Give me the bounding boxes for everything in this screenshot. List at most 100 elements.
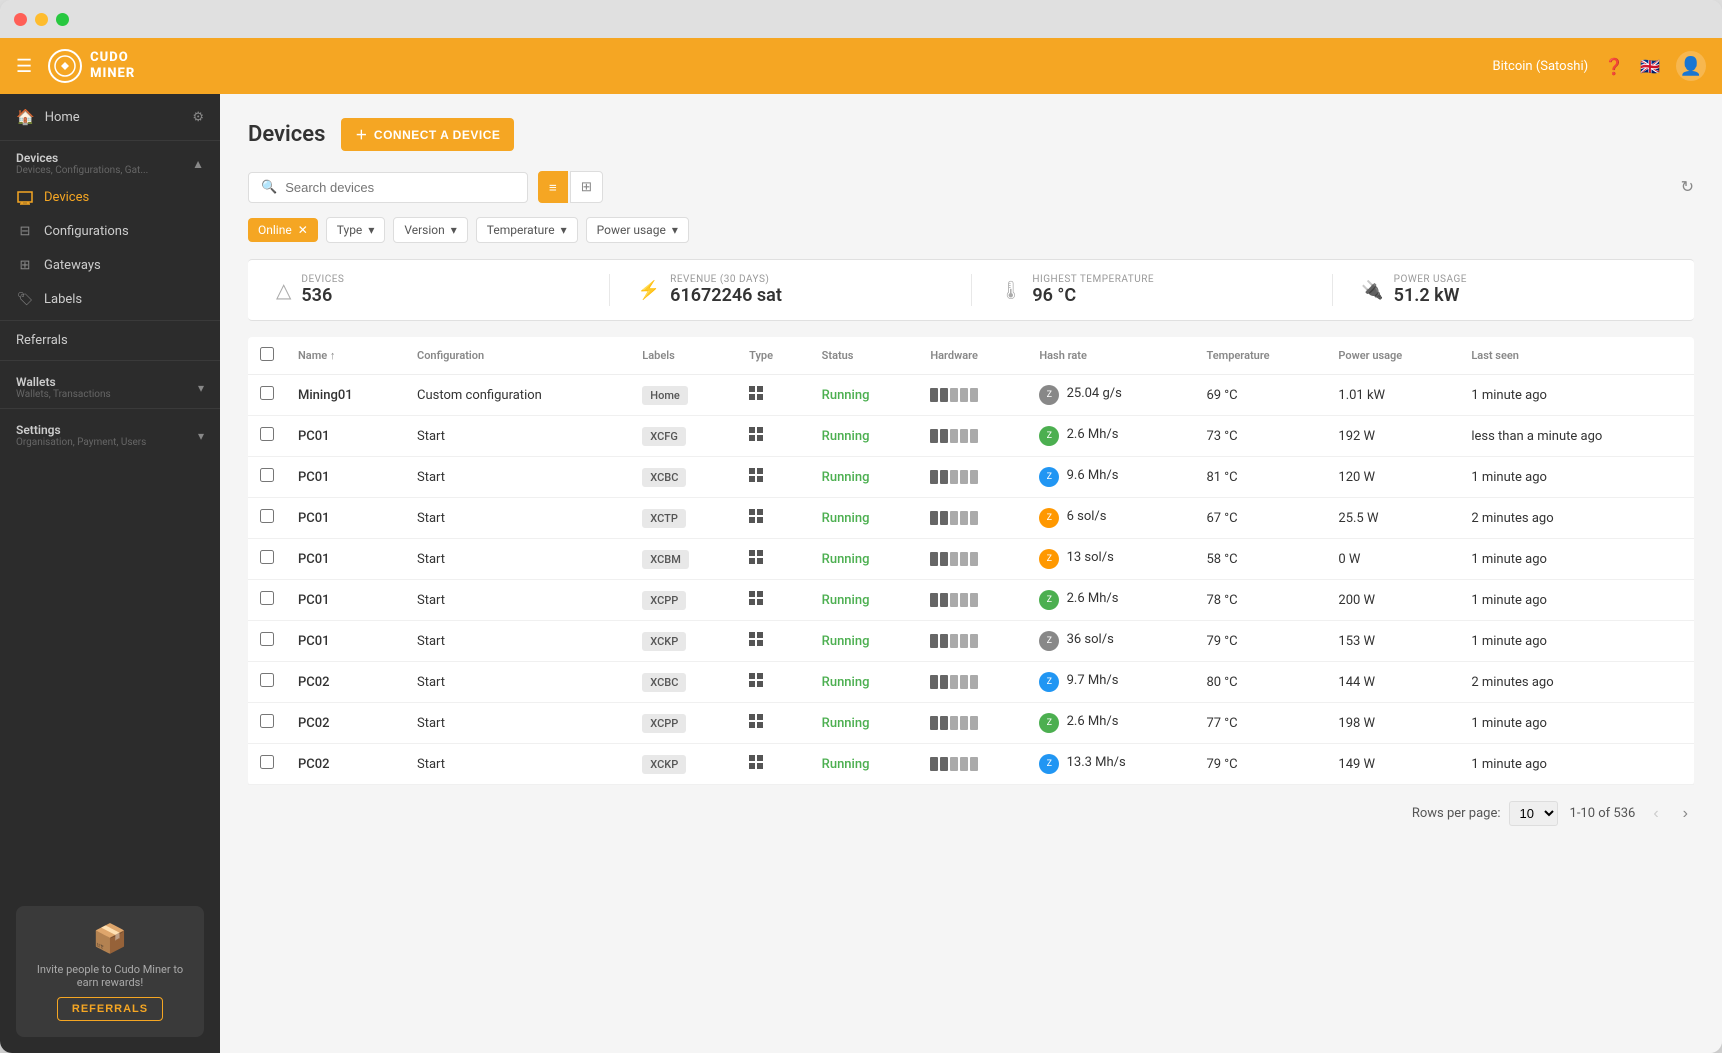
row-checkbox-3[interactable]	[260, 509, 274, 523]
row-checkbox-7[interactable]	[260, 673, 274, 687]
devices-stat-value: 536	[301, 285, 344, 306]
header-hardware[interactable]: Hardware	[918, 337, 1027, 375]
header-name[interactable]: Name ↑	[286, 337, 405, 375]
prev-page-button[interactable]: ‹	[1647, 803, 1664, 825]
row-type	[737, 744, 810, 785]
row-checkbox-6[interactable]	[260, 632, 274, 646]
row-lastseen: 1 minute ago	[1459, 375, 1694, 416]
close-button[interactable]	[14, 13, 27, 26]
temperature-stat-value: 96 °C	[1032, 285, 1154, 306]
row-config: Custom configuration	[405, 375, 630, 416]
row-name: PC01	[286, 580, 405, 621]
header-power[interactable]: Power usage	[1326, 337, 1459, 375]
table-row: PC02 Start XCPP Running Z 2.6	[248, 703, 1694, 744]
row-checkbox-0[interactable]	[260, 386, 274, 400]
row-power: 0 W	[1326, 539, 1459, 580]
sidebar-settings-group: Settings Organisation, Payment, Users ▾	[0, 413, 220, 452]
referral-text: Invite people to Cudo Miner to earn rewa…	[28, 963, 192, 989]
row-checkbox-4[interactable]	[260, 550, 274, 564]
flag-icon[interactable]: 🇬🇧	[1640, 57, 1660, 76]
header-hashrate[interactable]: Hash rate	[1027, 337, 1194, 375]
sidebar-item-configurations[interactable]: ⊟ Configurations	[0, 214, 220, 248]
sidebar-item-labels[interactable]: 🏷 Labels	[0, 282, 220, 316]
row-status: Running	[810, 539, 919, 580]
row-config: Start	[405, 539, 630, 580]
windows-icon	[749, 429, 763, 445]
row-checkbox-8[interactable]	[260, 714, 274, 728]
sidebar-gateways-label: Gateways	[44, 258, 101, 273]
stat-revenue: ⚡ REVENUE (30 DAYS) 61672246 sat	[610, 274, 972, 306]
devices-group-sub: Devices, Configurations, Gat...	[16, 165, 148, 176]
referrals-button[interactable]: REFERRALS	[57, 997, 163, 1021]
devices-table: Name ↑ Configuration Labels Type Status …	[248, 337, 1694, 785]
power-filter-dropdown[interactable]: Power usage ▾	[586, 217, 689, 243]
maximize-button[interactable]	[56, 13, 69, 26]
row-status: Running	[810, 744, 919, 785]
header-temperature[interactable]: Temperature	[1194, 337, 1326, 375]
settings-expand-icon[interactable]: ▾	[198, 429, 204, 443]
row-type	[737, 498, 810, 539]
windows-icon	[749, 675, 763, 691]
collapse-icon[interactable]: ▲	[192, 157, 204, 171]
select-all-checkbox[interactable]	[260, 347, 274, 361]
help-icon[interactable]: ❓	[1604, 57, 1624, 76]
row-type	[737, 621, 810, 662]
minimize-button[interactable]	[35, 13, 48, 26]
row-checkbox-cell	[248, 744, 286, 785]
hashrate-icon: Z	[1039, 508, 1059, 528]
hashrate-icon: Z	[1039, 754, 1059, 774]
header-type[interactable]: Type	[737, 337, 810, 375]
home-label-text[interactable]: Home	[45, 110, 80, 125]
table-row: PC02 Start XCKP Running Z 13.	[248, 744, 1694, 785]
row-status: Running	[810, 498, 919, 539]
online-filter-close[interactable]: ✕	[298, 223, 308, 237]
connect-device-button[interactable]: ＋ CONNECT A DEVICE	[341, 118, 514, 151]
temperature-filter-dropdown[interactable]: Temperature ▾	[476, 217, 578, 243]
sidebar-labels-label: Labels	[44, 292, 82, 307]
row-power: 25.5 W	[1326, 498, 1459, 539]
row-hardware	[918, 703, 1027, 744]
settings-group-sub: Organisation, Payment, Users	[16, 437, 146, 448]
header-status[interactable]: Status	[810, 337, 919, 375]
row-lastseen: 1 minute ago	[1459, 621, 1694, 662]
row-type	[737, 580, 810, 621]
row-checkbox-9[interactable]	[260, 755, 274, 769]
online-filter-label: Online	[258, 223, 292, 237]
power-filter-label: Power usage	[597, 223, 666, 237]
row-checkbox-2[interactable]	[260, 468, 274, 482]
header-lastseen[interactable]: Last seen	[1459, 337, 1694, 375]
wallets-expand-icon[interactable]: ▾	[198, 381, 204, 395]
plus-icon: ＋	[355, 126, 368, 143]
row-label: XCKP	[630, 621, 737, 662]
row-power: 198 W	[1326, 703, 1459, 744]
online-filter-chip[interactable]: Online ✕	[248, 218, 318, 242]
grid-view-button[interactable]: ⊞	[570, 171, 603, 203]
hamburger-icon[interactable]: ☰	[16, 56, 32, 77]
sidebar-item-gateways[interactable]: ⊞ Gateways	[0, 248, 220, 282]
row-hashrate: Z 13.3 Mh/s	[1027, 744, 1194, 785]
sidebar-item-referrals[interactable]: Referrals	[0, 325, 220, 356]
currency-label[interactable]: Bitcoin (Satoshi)	[1493, 59, 1589, 74]
row-power: 120 W	[1326, 457, 1459, 498]
user-icon[interactable]: 👤	[1676, 51, 1706, 81]
version-filter-dropdown[interactable]: Version ▾	[393, 217, 467, 243]
topnav-right: Bitcoin (Satoshi) ❓ 🇬🇧 👤	[1493, 51, 1706, 81]
row-checkbox-cell	[248, 703, 286, 744]
list-view-button[interactable]: ≡	[538, 171, 568, 203]
row-checkbox-cell	[248, 498, 286, 539]
toolbar: 🔍 ≡ ⊞ ↻	[248, 171, 1694, 203]
row-config: Start	[405, 662, 630, 703]
header-labels[interactable]: Labels	[630, 337, 737, 375]
header-configuration[interactable]: Configuration	[405, 337, 630, 375]
row-checkbox-1[interactable]	[260, 427, 274, 441]
row-checkbox-5[interactable]	[260, 591, 274, 605]
sidebar-item-devices[interactable]: Devices	[0, 180, 220, 214]
search-input[interactable]	[285, 180, 515, 195]
type-filter-dropdown[interactable]: Type ▾	[326, 217, 386, 243]
refresh-button[interactable]: ↻	[1681, 177, 1694, 197]
gear-icon[interactable]: ⚙	[192, 110, 204, 125]
referral-box: 📦 Invite people to Cudo Miner to earn re…	[16, 906, 204, 1037]
next-page-button[interactable]: ›	[1677, 803, 1694, 825]
rows-per-page-select[interactable]: 10 25 50	[1509, 801, 1558, 826]
row-temperature: 79 °C	[1194, 621, 1326, 662]
